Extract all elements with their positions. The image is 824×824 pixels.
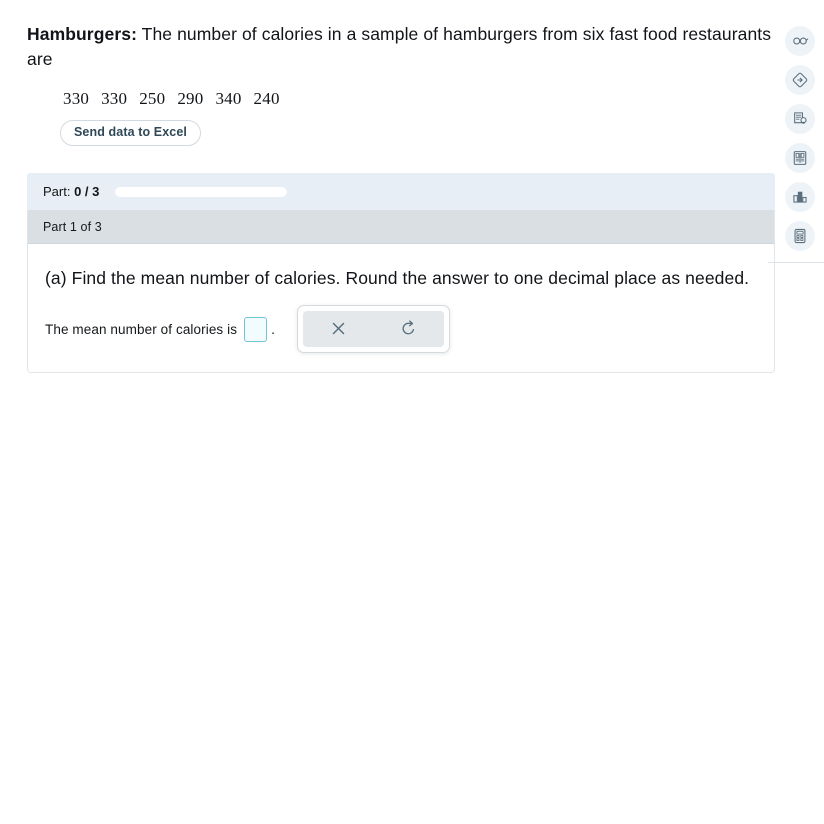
document-lightbulb-icon [791, 110, 809, 128]
data-value: 340 [215, 88, 242, 108]
calculator-icon [791, 227, 809, 245]
part-progress-prefix: Part: [43, 184, 71, 200]
part-progress-label: Part: 0 / 3 [43, 184, 99, 199]
tool-sidebar [776, 26, 824, 260]
data-value: 330 [101, 88, 128, 108]
glasses-icon [791, 32, 809, 50]
page-root: Hamburgers: The number of calories in a … [0, 0, 824, 824]
problem-lead: Hamburgers: [27, 24, 138, 44]
sidebar-item-calculator[interactable] [785, 221, 815, 251]
answer-input[interactable] [244, 316, 268, 342]
undo-button[interactable] [391, 314, 427, 344]
bar-chart-icon [791, 188, 809, 206]
question-card-header: Part 1 of 3 [28, 210, 774, 245]
math-toolbar-inner [303, 310, 444, 347]
progress-bar [115, 186, 288, 197]
answer-row: The mean number of calories is . [45, 304, 757, 353]
question-card: Part 1 of 3 (a) Find the mean number of … [27, 210, 775, 373]
main-content: Hamburgers: The number of calories in a … [27, 22, 775, 373]
question-card-body: (a) Find the mean number of calories. Ro… [28, 244, 774, 371]
part-progress-count: 0 / 3 [74, 184, 100, 200]
data-value: 290 [177, 88, 204, 108]
sidebar-divider [768, 262, 824, 263]
part-title: Part 1 of 3 [43, 219, 102, 234]
book-icon [791, 149, 809, 167]
question-text: (a) Find the mean number of calories. Ro… [45, 268, 750, 289]
sidebar-item-glasses[interactable] [785, 26, 815, 56]
diamond-arrow-icon [791, 71, 809, 89]
part-progress-strip: Part: 0 / 3 [27, 173, 775, 211]
math-toolbar [297, 304, 450, 353]
problem-statement: Hamburgers: The number of calories in a … [27, 22, 775, 72]
clear-button[interactable] [320, 314, 356, 344]
undo-icon [400, 320, 417, 337]
send-data-to-excel-button[interactable]: Send data to Excel [60, 119, 201, 147]
data-values: 330 330 250 290 340 240 [63, 89, 775, 109]
sidebar-item-statistics[interactable] [785, 182, 815, 212]
data-value: 240 [253, 88, 280, 108]
sidebar-item-ebook[interactable] [785, 143, 815, 173]
close-icon [330, 320, 347, 337]
data-value: 330 [63, 88, 90, 108]
answer-label: The mean number of calories is [45, 321, 238, 337]
data-value: 250 [139, 88, 166, 108]
problem-body: The number of calories in a sample of ha… [27, 24, 772, 69]
answer-period: . [271, 321, 275, 337]
sidebar-item-navigate[interactable] [785, 65, 815, 95]
sidebar-item-hint[interactable] [785, 104, 815, 134]
